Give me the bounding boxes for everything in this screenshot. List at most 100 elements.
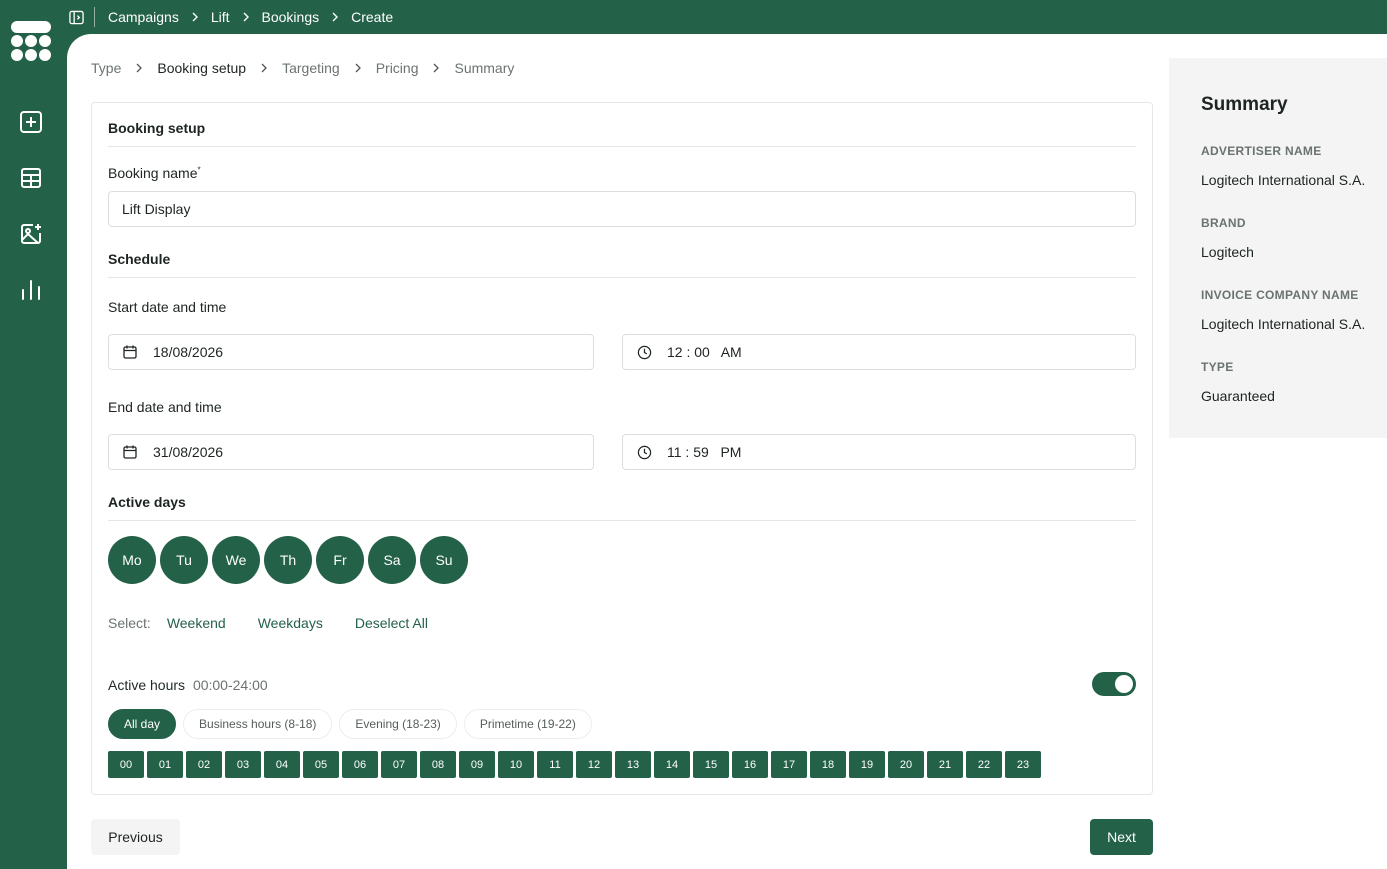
step-booking-setup[interactable]: Booking setup xyxy=(157,60,246,76)
hour-cell-09[interactable]: 09 xyxy=(459,751,495,778)
add-image-icon[interactable] xyxy=(19,222,43,246)
analytics-icon[interactable] xyxy=(19,278,43,302)
hour-cell-23[interactable]: 23 xyxy=(1005,751,1041,778)
start-time-value: 12 : 00 AM xyxy=(667,344,742,360)
breadcrumb-campaigns[interactable]: Campaigns xyxy=(108,9,179,25)
deselect-all-link[interactable]: Deselect All xyxy=(355,615,428,631)
wizard-steps: Type Booking setup Targeting Pricing Sum… xyxy=(91,60,514,76)
day-saturday[interactable]: Sa xyxy=(368,536,416,584)
hour-cell-22[interactable]: 22 xyxy=(966,751,1002,778)
start-date-input[interactable]: 18/08/2026 xyxy=(108,334,594,370)
chevron-right-icon xyxy=(135,63,143,73)
booking-setup-card: Booking setup Booking name* Lift Display… xyxy=(91,102,1153,795)
sidebar-toggle-icon[interactable] xyxy=(68,9,84,25)
table-icon[interactable] xyxy=(19,166,43,190)
hour-cell-12[interactable]: 12 xyxy=(576,751,612,778)
end-time-value: 11 : 59 PM xyxy=(667,444,742,460)
breadcrumb-create: Create xyxy=(351,9,394,25)
topbar: Campaigns Lift Bookings Create xyxy=(67,0,1387,34)
hour-cell-20[interactable]: 20 xyxy=(888,751,924,778)
hour-cell-08[interactable]: 08 xyxy=(420,751,456,778)
app-logo-icon[interactable] xyxy=(11,21,51,61)
summary-advertiser: ADVERTISER NAME Logitech International S… xyxy=(1201,144,1365,188)
step-targeting[interactable]: Targeting xyxy=(282,60,340,76)
preset-primetime[interactable]: Primetime (19-22) xyxy=(463,709,592,739)
chevron-right-icon xyxy=(331,12,339,22)
hour-cell-07[interactable]: 07 xyxy=(381,751,417,778)
summary-invoice: INVOICE COMPANY NAME Logitech Internatio… xyxy=(1201,288,1365,332)
left-rail xyxy=(0,0,67,869)
active-hours-label: Active hours xyxy=(108,677,186,693)
hour-cell-06[interactable]: 06 xyxy=(342,751,378,778)
preset-all-day[interactable]: All day xyxy=(108,709,177,739)
required-marker: * xyxy=(197,165,201,175)
section-title-schedule: Schedule xyxy=(108,251,171,267)
breadcrumb-bookings[interactable]: Bookings xyxy=(262,9,320,25)
hour-cell-15[interactable]: 15 xyxy=(693,751,729,778)
chevron-right-icon xyxy=(354,63,362,73)
hour-cell-18[interactable]: 18 xyxy=(810,751,846,778)
end-date-value: 31/08/2026 xyxy=(153,444,224,460)
step-summary[interactable]: Summary xyxy=(454,60,514,76)
hour-cell-00[interactable]: 00 xyxy=(108,751,144,778)
hour-cell-02[interactable]: 02 xyxy=(186,751,222,778)
hour-cell-17[interactable]: 17 xyxy=(771,751,807,778)
preset-evening[interactable]: Evening (18-23) xyxy=(339,709,457,739)
hour-cell-01[interactable]: 01 xyxy=(147,751,183,778)
chevron-right-icon xyxy=(191,12,199,22)
hour-cell-14[interactable]: 14 xyxy=(654,751,690,778)
breadcrumb-lift[interactable]: Lift xyxy=(211,9,230,25)
chevron-right-icon xyxy=(432,63,440,73)
hour-cell-19[interactable]: 19 xyxy=(849,751,885,778)
hour-cell-13[interactable]: 13 xyxy=(615,751,651,778)
divider xyxy=(108,277,1136,278)
day-thursday[interactable]: Th xyxy=(264,536,312,584)
calendar-icon xyxy=(122,444,138,460)
end-date-input[interactable]: 31/08/2026 xyxy=(108,434,594,470)
day-sunday[interactable]: Su xyxy=(420,536,468,584)
booking-name-input[interactable]: Lift Display xyxy=(108,191,1136,227)
active-hours-header: Active hours 00:00-24:00 xyxy=(108,677,268,693)
select-weekdays-link[interactable]: Weekdays xyxy=(258,615,323,631)
select-label: Select: xyxy=(108,615,151,631)
day-wednesday[interactable]: We xyxy=(212,536,260,584)
summary-type: TYPE Guaranteed xyxy=(1201,360,1275,404)
topbar-divider xyxy=(94,7,95,27)
hour-cell-10[interactable]: 10 xyxy=(498,751,534,778)
booking-name-label: Booking name* xyxy=(108,165,201,181)
hour-presets: All day Business hours (8-18) Evening (1… xyxy=(108,709,599,739)
hour-cell-03[interactable]: 03 xyxy=(225,751,261,778)
preset-business-hours[interactable]: Business hours (8-18) xyxy=(183,709,333,739)
hour-cell-04[interactable]: 04 xyxy=(264,751,300,778)
type-label: TYPE xyxy=(1201,360,1234,374)
start-date-label: Start date and time xyxy=(108,299,227,315)
select-weekend-link[interactable]: Weekend xyxy=(167,615,226,631)
clock-icon xyxy=(636,344,652,360)
day-monday[interactable]: Mo xyxy=(108,536,156,584)
start-time-input[interactable]: 12 : 00 AM xyxy=(622,334,1136,370)
step-type[interactable]: Type xyxy=(91,60,121,76)
hour-cell-16[interactable]: 16 xyxy=(732,751,768,778)
previous-button[interactable]: Previous xyxy=(91,819,180,855)
main-content: Type Booking setup Targeting Pricing Sum… xyxy=(67,34,1387,869)
summary-panel: Summary ADVERTISER NAME Logitech Interna… xyxy=(1169,58,1387,438)
summary-title: Summary xyxy=(1201,94,1288,115)
brand-value: Logitech xyxy=(1201,244,1254,260)
day-friday[interactable]: Fr xyxy=(316,536,364,584)
chevron-right-icon xyxy=(260,63,268,73)
hour-grid: 00 01 02 03 04 05 06 07 08 09 10 11 12 13 14 15 16 17 18 19… xyxy=(108,751,1044,778)
next-button[interactable]: Next xyxy=(1090,819,1153,855)
section-title-active-days: Active days xyxy=(108,494,186,510)
divider xyxy=(108,146,1136,147)
hour-cell-11[interactable]: 11 xyxy=(537,751,573,778)
day-tuesday[interactable]: Tu xyxy=(160,536,208,584)
step-pricing[interactable]: Pricing xyxy=(376,60,419,76)
calendar-icon xyxy=(122,344,138,360)
hour-cell-05[interactable]: 05 xyxy=(303,751,339,778)
active-hours-toggle[interactable] xyxy=(1092,672,1136,696)
hour-cell-21[interactable]: 21 xyxy=(927,751,963,778)
create-icon[interactable] xyxy=(19,110,43,134)
end-time-input[interactable]: 11 : 59 PM xyxy=(622,434,1136,470)
brand-label: BRAND xyxy=(1201,216,1246,230)
invoice-label: INVOICE COMPANY NAME xyxy=(1201,288,1359,302)
